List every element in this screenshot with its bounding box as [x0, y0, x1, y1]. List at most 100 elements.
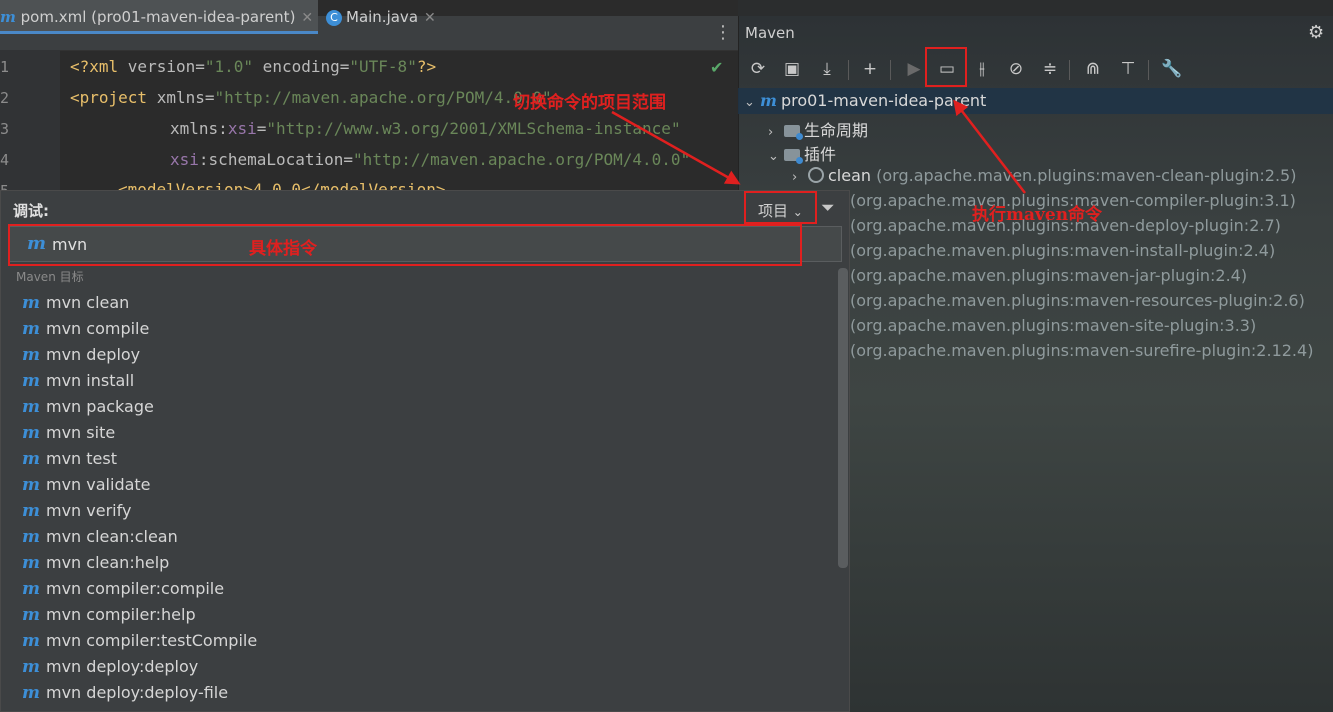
chevron-down-icon[interactable]: ⌄: [768, 149, 784, 164]
maven-goal-item[interactable]: m mvn compiler:compile: [10, 576, 838, 602]
maven-goal-label: mvn verify: [46, 501, 132, 520]
maven-goal-item[interactable]: m mvn validate: [10, 472, 838, 498]
maven-icon: m: [22, 475, 40, 495]
close-icon[interactable]: ✕: [301, 10, 313, 26]
diagram-icon[interactable]: ⊤: [1115, 52, 1141, 86]
maven-goal-item[interactable]: m mvn deploy:deploy: [10, 654, 838, 680]
reload-folder-icon[interactable]: ▣: [779, 52, 805, 86]
line-number: 3: [0, 120, 10, 138]
project-name: pro01-maven-idea-parent: [780, 91, 987, 110]
maven-icon: m: [22, 423, 40, 443]
chevron-down-icon[interactable]: ⌄: [744, 95, 760, 110]
chevron-right-icon[interactable]: ›: [792, 170, 808, 185]
tree-plugin-clean[interactable]: › clean (org.apache.maven.plugins:maven-c…: [792, 166, 1296, 185]
xml-eq: =: [339, 57, 350, 76]
filter-icon[interactable]: ⏷: [821, 198, 835, 218]
tree-plugin-surefire[interactable]: (org.apache.maven.plugins:maven-surefire…: [850, 341, 1313, 360]
chevron-right-icon[interactable]: ›: [768, 125, 784, 140]
maven-goal-label: mvn site: [46, 423, 116, 442]
maven-goal-list: m mvn clean m mvn compile m mvn deploy m mvn in…: [10, 290, 838, 706]
code-line[interactable]: <?xml version="1.0" encoding="UTF-8"?>: [70, 57, 436, 76]
line-number: 4: [0, 151, 10, 169]
code-line[interactable]: <modelVersion>4.0.0</modelVersion>: [118, 181, 446, 190]
settings-wrench-icon[interactable]: 🔧: [1159, 52, 1185, 86]
maven-icon: m: [22, 397, 40, 417]
maven-project-icon: m: [760, 91, 777, 110]
plugin-icon: [808, 167, 824, 183]
maven-goal-label: mvn clean:clean: [46, 527, 178, 546]
xml-eq: =: [204, 88, 215, 107]
plugin-coord: (org.apache.maven.plugins:maven-surefire…: [850, 341, 1314, 360]
maven-goal-label: mvn compiler:help: [46, 605, 196, 624]
maven-goal-item[interactable]: m mvn test: [10, 446, 838, 472]
maven-icon: m: [22, 579, 40, 599]
maven-goal-label: mvn clean: [46, 293, 130, 312]
tree-plugin-site[interactable]: (org.apache.maven.plugins:maven-site-plu…: [850, 316, 1256, 335]
tree-plugin-jar[interactable]: (org.apache.maven.plugins:maven-jar-plug…: [850, 266, 1247, 285]
maven-title: Maven: [745, 24, 795, 42]
maven-goal-label: mvn install: [46, 371, 135, 390]
maven-goal-label: mvn compile: [46, 319, 150, 338]
download-icon[interactable]: ⤓: [814, 52, 840, 86]
code-line[interactable]: <project xmlns="http://maven.apache.org/…: [70, 88, 552, 107]
plugin-name: clean: [828, 166, 872, 185]
lifecycle-label: 生命周期: [804, 121, 869, 140]
skip-tests-icon[interactable]: ⊘: [1003, 52, 1029, 86]
xml-tag: <modelVersion>4.0.0</modelVersion>: [118, 181, 446, 190]
toolbar-separator: [848, 60, 849, 80]
run-icon[interactable]: ▶: [901, 52, 927, 86]
maven-goal-item[interactable]: m mvn clean:help: [10, 550, 838, 576]
maven-icon: m: [22, 657, 40, 677]
section-label: Maven 目标: [16, 270, 84, 284]
scrollbar[interactable]: [838, 268, 848, 568]
tab-pom-xml[interactable]: m pom.xml (pro01-maven-idea-parent) ✕: [0, 0, 318, 34]
maven-goal-item[interactable]: m mvn install: [10, 368, 838, 394]
tab-main-java[interactable]: C Main.java ✕: [326, 0, 456, 34]
more-tabs-icon[interactable]: ⋮: [714, 16, 732, 50]
code-line[interactable]: xsi:schemaLocation="http://maven.apache.…: [170, 150, 690, 169]
maven-goal-item[interactable]: m mvn clean:clean: [10, 524, 838, 550]
xml-attr: schemaLocation: [208, 150, 344, 169]
maven-goal-label: mvn validate: [46, 475, 151, 494]
inspection-ok-icon[interactable]: ✔: [710, 58, 723, 77]
maven-goal-item[interactable]: m mvn clean: [10, 290, 838, 316]
show-dependencies-icon[interactable]: ⋒: [1080, 52, 1106, 86]
code-line[interactable]: xmlns:xsi="http://www.w3.org/2001/XMLSch…: [170, 119, 681, 138]
maven-goal-item[interactable]: m mvn package: [10, 394, 838, 420]
xml-value: "UTF-8": [349, 57, 417, 76]
annotation-scope: 切换命令的项目范围: [513, 93, 666, 113]
maven-icon: m: [22, 501, 40, 521]
maven-goal-item[interactable]: m mvn site: [10, 420, 838, 446]
plugin-coord: (org.apache.maven.plugins:maven-jar-plug…: [850, 266, 1248, 285]
maven-goal-item[interactable]: m mvn compiler:help: [10, 602, 838, 628]
xml-tag: ?>: [416, 57, 437, 76]
tab-label: Main.java: [346, 8, 419, 26]
tree-project[interactable]: ⌄ m pro01-maven-idea-parent: [744, 91, 986, 110]
xml-attr: version: [127, 57, 196, 76]
tree-lifecycle[interactable]: › 生命周期: [768, 117, 868, 141]
reload-icon[interactable]: ⟳: [745, 52, 771, 86]
maven-goal-item[interactable]: m mvn compile: [10, 316, 838, 342]
maven-goal-item[interactable]: m mvn deploy:deploy-file: [10, 680, 838, 706]
xml-eq: =: [195, 57, 205, 76]
plugins-folder-icon: [784, 149, 803, 164]
collapse-icon[interactable]: ≑: [1037, 52, 1063, 86]
tree-plugin-resources[interactable]: (org.apache.maven.plugins:maven-resource…: [850, 291, 1305, 310]
maven-goal-item[interactable]: m mvn verify: [10, 498, 838, 524]
xml-tag: <project: [70, 88, 157, 107]
plugin-coord: (org.apache.maven.plugins:maven-clean-pl…: [876, 166, 1297, 185]
command-highlight: [8, 224, 802, 266]
tree-plugin-install[interactable]: (org.apache.maven.plugins:maven-install-…: [850, 241, 1275, 260]
maven-goal-label: mvn deploy:deploy-file: [46, 683, 229, 702]
maven-goal-item[interactable]: m mvn deploy: [10, 342, 838, 368]
gear-icon[interactable]: ⚙: [1308, 22, 1324, 43]
close-icon[interactable]: ✕: [424, 10, 436, 26]
line-number: 2: [0, 89, 10, 107]
tree-plugins[interactable]: ⌄ 插件: [768, 141, 836, 165]
plugin-coord: (org.apache.maven.plugins:maven-resource…: [850, 291, 1305, 310]
add-icon[interactable]: +: [857, 52, 883, 86]
maven-goal-item[interactable]: m mvn compiler:testCompile: [10, 628, 838, 654]
xml-tag: <?xml: [70, 57, 128, 76]
top-strip: [738, 0, 1333, 16]
toggle-offline-icon[interactable]: ⫲: [969, 52, 995, 86]
